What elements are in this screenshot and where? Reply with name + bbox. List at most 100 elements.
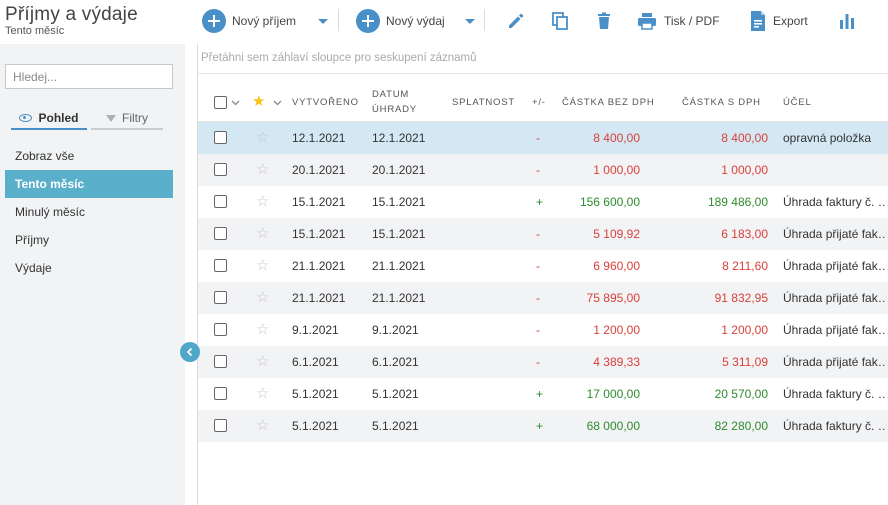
tab-view[interactable]: Pohled <box>11 108 87 130</box>
table-row[interactable]: ☆ 9.1.2021 9.1.2021 - 1 200,00 1 200,00 Úhrada… <box>198 314 888 346</box>
export-button[interactable]: Export <box>749 6 808 36</box>
col-paid-date-line2: ÚHRADY <box>372 104 417 115</box>
col-net-amount[interactable]: ČÁSTKA BEZ DPH <box>562 95 655 110</box>
records-grid: Přetáhni sem záhlaví sloupce pro seskupe… <box>197 44 888 505</box>
cell-paid-date: 6.1.2021 <box>372 355 419 369</box>
cell-net-amount: 156 600,00 <box>579 195 640 209</box>
favorite-star-icon[interactable]: ☆ <box>256 122 269 154</box>
favorite-star-icon[interactable]: ☆ <box>256 282 269 314</box>
cell-net-amount: 1 200,00 <box>593 323 640 337</box>
col-created[interactable]: VYTVOŘENO <box>292 95 359 110</box>
table-row[interactable]: ☆ 6.1.2021 6.1.2021 - 4 389,33 5 311,09 Úhrada… <box>198 346 888 378</box>
favorite-star-icon[interactable]: ☆ <box>256 346 269 378</box>
cell-due <box>452 346 530 378</box>
chevron-down-icon[interactable] <box>273 100 282 106</box>
view-filter-tabs: Pohled Filtry <box>11 108 163 130</box>
table-row[interactable]: ☆ 20.1.2021 20.1.2021 - 1 000,00 1 000,00 <box>198 154 888 186</box>
sidebar-item-expenses[interactable]: Výdaje <box>5 254 173 282</box>
print-pdf-button[interactable]: Tisk / PDF <box>636 6 720 36</box>
bar-chart-icon <box>840 14 854 29</box>
col-paid-date[interactable]: DATUM ÚHRADY <box>372 87 417 117</box>
col-due[interactable]: SPLATNOST <box>452 95 515 110</box>
toolbar-divider <box>338 9 339 31</box>
favorite-star-icon[interactable]: ☆ <box>256 250 269 282</box>
new-income-label: Nový příjem <box>232 14 297 28</box>
cell-net-amount: 8 400,00 <box>593 131 640 145</box>
collapse-sidebar-button[interactable] <box>180 342 200 362</box>
row-checkbox[interactable] <box>214 387 227 400</box>
cell-due <box>452 154 530 186</box>
cell-sign: - <box>536 227 540 241</box>
select-all-checkbox[interactable] <box>214 96 227 109</box>
cell-gross-amount: 82 280,00 <box>714 419 768 433</box>
favorite-star-icon[interactable]: ★ <box>252 92 265 110</box>
favorite-star-icon[interactable]: ☆ <box>256 410 269 442</box>
row-checkbox[interactable] <box>214 291 227 304</box>
cell-paid-date: 21.1.2021 <box>372 291 426 305</box>
new-income-dropdown[interactable] <box>312 6 334 36</box>
delete-button[interactable] <box>591 8 617 34</box>
cell-sign: + <box>536 419 544 433</box>
cell-gross-amount: 5 311,09 <box>722 355 768 369</box>
sidebar-item-show-all[interactable]: Zobraz vše <box>5 142 173 170</box>
cell-purpose: Úhrada faktury č. … <box>783 419 887 433</box>
tab-filters[interactable]: Filtry <box>91 108 163 130</box>
col-gross-amount[interactable]: ČÁSTKA S DPH <box>682 95 761 110</box>
row-checkbox[interactable] <box>214 227 227 240</box>
favorite-star-icon[interactable]: ☆ <box>256 186 269 218</box>
cell-due <box>452 186 530 218</box>
group-by-panel[interactable]: Přetáhni sem záhlaví sloupce pro seskupe… <box>198 52 888 74</box>
row-checkbox[interactable] <box>214 195 227 208</box>
sidebar-item-this-month[interactable]: Tento měsíc <box>5 170 173 198</box>
table-row[interactable]: ☆ 15.1.2021 15.1.2021 - 5 109,92 6 183,00 Úhra… <box>198 218 888 250</box>
row-checkbox[interactable] <box>214 355 227 368</box>
cell-paid-date: 12.1.2021 <box>372 131 426 145</box>
favorite-star-icon[interactable]: ☆ <box>256 218 269 250</box>
search-input[interactable] <box>5 64 173 89</box>
page-subtitle: Tento měsíc <box>5 25 65 37</box>
cell-net-amount: 17 000,00 <box>586 387 640 401</box>
cell-due <box>452 410 530 442</box>
new-expense-button[interactable]: Nový výdaj <box>356 6 445 36</box>
cell-due <box>452 314 530 346</box>
cell-gross-amount: 8 211,60 <box>722 259 768 273</box>
row-checkbox[interactable] <box>214 323 227 336</box>
table-row[interactable]: ☆ 5.1.2021 5.1.2021 +17 000,00 20 570,00 Úhra… <box>198 378 888 410</box>
tab-view-label: Pohled <box>38 111 79 125</box>
row-checkbox[interactable] <box>214 259 227 272</box>
col-sign[interactable]: +/- <box>532 95 546 110</box>
tab-filters-label: Filtry <box>122 111 148 125</box>
sidebar: Pohled Filtry Zobraz vše Tento měsíc Min… <box>0 44 185 505</box>
table-row[interactable]: ☆ 21.1.2021 21.1.2021 - 75 895,00 91 832,95 Úh… <box>198 282 888 314</box>
sidebar-item-income[interactable]: Příjmy <box>5 226 173 254</box>
cell-due <box>452 282 530 314</box>
statistics-button[interactable] <box>834 8 860 34</box>
row-checkbox[interactable] <box>214 163 227 176</box>
cell-sign: - <box>536 259 540 273</box>
cell-purpose: Úhrada přijaté fak… <box>783 291 887 305</box>
row-checkbox[interactable] <box>214 419 227 432</box>
edit-button[interactable] <box>503 8 529 34</box>
chevron-down-icon[interactable] <box>231 100 240 106</box>
cell-purpose: Úhrada faktury č. … <box>783 195 887 209</box>
copy-button[interactable] <box>547 8 573 34</box>
table-row[interactable]: ☆ 12.1.2021 12.1.2021 - 8 400,00 8 400,00 opra… <box>198 122 888 154</box>
cell-sign: - <box>536 131 540 145</box>
table-row[interactable]: ☆ 21.1.2021 21.1.2021 - 6 960,00 8 211,60 Úhra… <box>198 250 888 282</box>
cell-created: 20.1.2021 <box>292 163 346 177</box>
row-checkbox[interactable] <box>214 131 227 144</box>
cell-net-amount: 6 960,00 <box>593 259 640 273</box>
favorite-star-icon[interactable]: ☆ <box>256 378 269 410</box>
app-header: Příjmy a výdaje Tento měsíc Nový příjem … <box>0 0 888 44</box>
table-row[interactable]: ☆ 5.1.2021 5.1.2021 +68 000,00 82 280,00 Úhra… <box>198 410 888 442</box>
new-income-button[interactable]: Nový příjem <box>202 6 296 36</box>
col-purpose[interactable]: ÚČEL <box>783 95 812 110</box>
new-expense-dropdown[interactable] <box>459 6 481 36</box>
cell-paid-date: 9.1.2021 <box>372 323 419 337</box>
favorite-star-icon[interactable]: ☆ <box>256 154 269 186</box>
table-row[interactable]: ☆ 15.1.2021 15.1.2021 +156 600,00 189 486,00… <box>198 186 888 218</box>
grid-body: ☆ 12.1.2021 12.1.2021 - 8 400,00 8 400,00 opra… <box>198 122 888 442</box>
sidebar-item-last-month[interactable]: Minulý měsíc <box>5 198 173 226</box>
cell-paid-date: 5.1.2021 <box>372 387 419 401</box>
favorite-star-icon[interactable]: ☆ <box>256 314 269 346</box>
